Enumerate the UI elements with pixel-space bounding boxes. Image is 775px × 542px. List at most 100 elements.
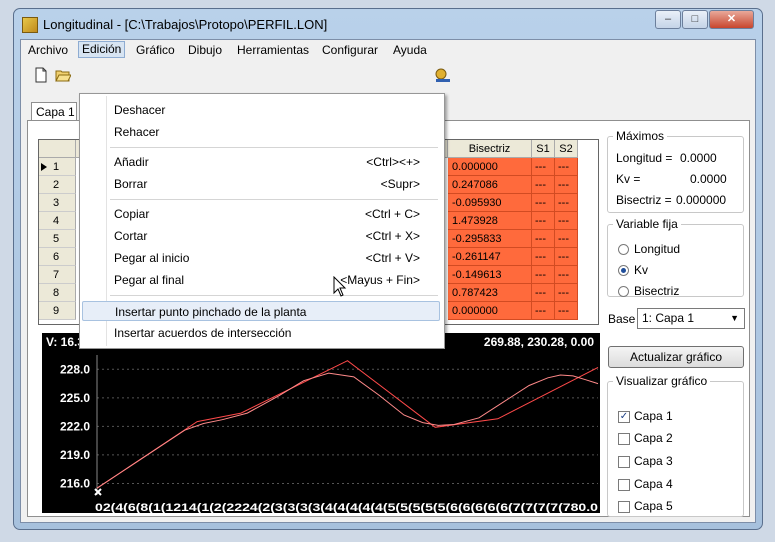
actualizar-grafico-button[interactable]: Actualizar gráfico [608,346,744,368]
cell-s1[interactable]: --- [532,230,555,248]
row-header[interactable]: 2 [39,176,76,194]
cell-s2[interactable]: --- [555,176,578,194]
checkbox-capa-1-label[interactable]: Capa 1 [634,409,673,423]
cell-bisectriz[interactable]: 0.247086 [448,176,532,194]
menu-grafico[interactable]: Gráfico [133,42,178,59]
cell-s1[interactable]: --- [532,248,555,266]
radio-bisectriz[interactable] [618,286,629,297]
menu-herramientas[interactable]: Herramientas [234,42,312,59]
menu-insertar-punto-pinchado[interactable]: Insertar punto pinchado de la planta [82,301,440,321]
cell-bisectriz[interactable]: 0.000000 [448,302,532,320]
profile-chart[interactable]: V: 16.3 269.88, 230.28, 0.00 228.0225.02… [42,333,600,513]
menu-pegar-inicio[interactable]: Pegar al inicio <Ctrl + V> [82,248,440,268]
longitud-max-value: 0.0000 [680,151,717,165]
cell-s2[interactable]: --- [555,302,578,320]
cell-s1[interactable]: --- [532,158,555,176]
y-tick-label: 219.0 [60,448,90,462]
cell-s1[interactable]: --- [532,212,555,230]
grid-header-s1[interactable]: S1 [532,140,555,158]
cell-s2[interactable]: --- [555,266,578,284]
checkbox-capa-2[interactable] [618,433,630,445]
cell-s1[interactable]: --- [532,284,555,302]
app-window: Longitudinal - [C:\Trabajos\Protopo\PERF… [13,8,763,530]
cell-bisectriz[interactable]: 0.000000 [448,158,532,176]
menu-borrar[interactable]: Borrar <Supr> [82,174,440,194]
checkbox-capa-2-label[interactable]: Capa 2 [634,431,673,445]
checkbox-capa-5-label[interactable]: Capa 5 [634,499,673,513]
menu-configurar[interactable]: Configurar [319,42,381,59]
radio-bisectriz-label[interactable]: Bisectriz [634,284,679,298]
cell-s1[interactable]: --- [532,194,555,212]
menu-bar: Archivo Edición Gráfico Dibujo Herramien… [21,40,755,60]
row-header[interactable]: 6 [39,248,76,266]
menu-separator [110,295,438,296]
cell-s1[interactable]: --- [532,176,555,194]
cell-s2[interactable]: --- [555,158,578,176]
checkbox-capa-4-label[interactable]: Capa 4 [634,477,673,491]
row-header[interactable]: 7 [39,266,76,284]
checkbox-capa-1[interactable]: ✓ [618,411,630,423]
toolbar-icon-extra[interactable] [433,67,451,83]
edicion-dropdown-menu: Deshacer Rehacer Añadir <Ctrl><+> Borrar <… [79,93,445,349]
cell-bisectriz[interactable]: 1.473928 [448,212,532,230]
longitud-label: Longitud = [616,151,673,165]
menu-copiar[interactable]: Copiar <Ctrl + C> [82,204,440,224]
cell-s1[interactable]: --- [532,302,555,320]
menu-rehacer[interactable]: Rehacer [82,122,440,142]
cell-s1[interactable]: --- [532,266,555,284]
y-tick-label: 228.0 [60,362,90,376]
close-button[interactable]: ✕ [709,10,754,29]
row-header[interactable]: 3 [39,194,76,212]
row-header[interactable]: 9 [39,302,76,320]
cell-bisectriz[interactable]: -0.295833 [448,230,532,248]
row-header[interactable]: 5 [39,230,76,248]
menu-ayuda[interactable]: Ayuda [390,42,430,59]
maximize-button[interactable]: □ [682,10,708,29]
checkbox-capa-3[interactable] [618,456,630,468]
client-area: Archivo Edición Gráfico Dibujo Herramien… [20,39,756,523]
menu-archivo[interactable]: Archivo [25,42,71,59]
variable-fija-title: Variable fija [613,217,681,231]
radio-kv-label[interactable]: Kv [634,263,648,277]
radio-kv[interactable] [618,265,629,276]
radio-longitud[interactable] [618,244,629,255]
menu-pegar-final[interactable]: Pegar al final <Mayus + Fin> [82,270,440,290]
menu-separator [110,147,438,148]
series-line-profile [96,372,599,489]
cell-s2[interactable]: --- [555,194,578,212]
kv-max-value: 0.0000 [690,172,727,186]
chart-origin-marker-icon [94,488,102,496]
menu-cortar[interactable]: Cortar <Ctrl + X> [82,226,440,246]
cell-bisectriz[interactable]: -0.149613 [448,266,532,284]
row-header[interactable]: 8 [39,284,76,302]
cell-bisectriz[interactable]: 0.787423 [448,284,532,302]
menu-anadir[interactable]: Añadir <Ctrl><+> [82,152,440,172]
new-file-icon[interactable] [33,67,49,83]
grid-header-s2[interactable]: S2 [555,140,578,158]
menu-edicion[interactable]: Edición [78,41,126,58]
checkbox-capa-5[interactable] [618,501,630,513]
cell-s2[interactable]: --- [555,230,578,248]
cell-bisectriz[interactable]: -0.095930 [448,194,532,212]
open-folder-icon[interactable] [55,67,71,83]
radio-longitud-label[interactable]: Longitud [634,242,680,256]
checkbox-capa-4[interactable] [618,479,630,491]
cell-bisectriz[interactable]: -0.261147 [448,248,532,266]
checkbox-capa-3-label[interactable]: Capa 3 [634,454,673,468]
menu-separator [110,199,438,200]
tab-capa-1[interactable]: Capa 1 [31,102,77,122]
base-select[interactable]: 1: Capa 1 ▼ [637,308,745,329]
cell-s2[interactable]: --- [555,248,578,266]
cell-s2[interactable]: --- [555,284,578,302]
maximos-group: Máximos Longitud = 0.0000 Kv = 0.0000 Bi… [607,129,744,213]
kv-label: Kv = [616,172,641,186]
title-bar[interactable]: Longitudinal - [C:\Trabajos\Protopo\PERF… [14,9,762,39]
grid-header-bisectriz[interactable]: Bisectriz [448,140,532,158]
minimize-button[interactable]: – [655,10,681,29]
menu-deshacer[interactable]: Deshacer [82,100,440,120]
visualizar-grafico-title: Visualizar gráfico [613,374,711,388]
row-header[interactable]: 4 [39,212,76,230]
cell-s2[interactable]: --- [555,212,578,230]
menu-insertar-acuerdos[interactable]: Insertar acuerdos de intersección [82,323,440,343]
menu-dibujo[interactable]: Dibujo [185,42,225,59]
